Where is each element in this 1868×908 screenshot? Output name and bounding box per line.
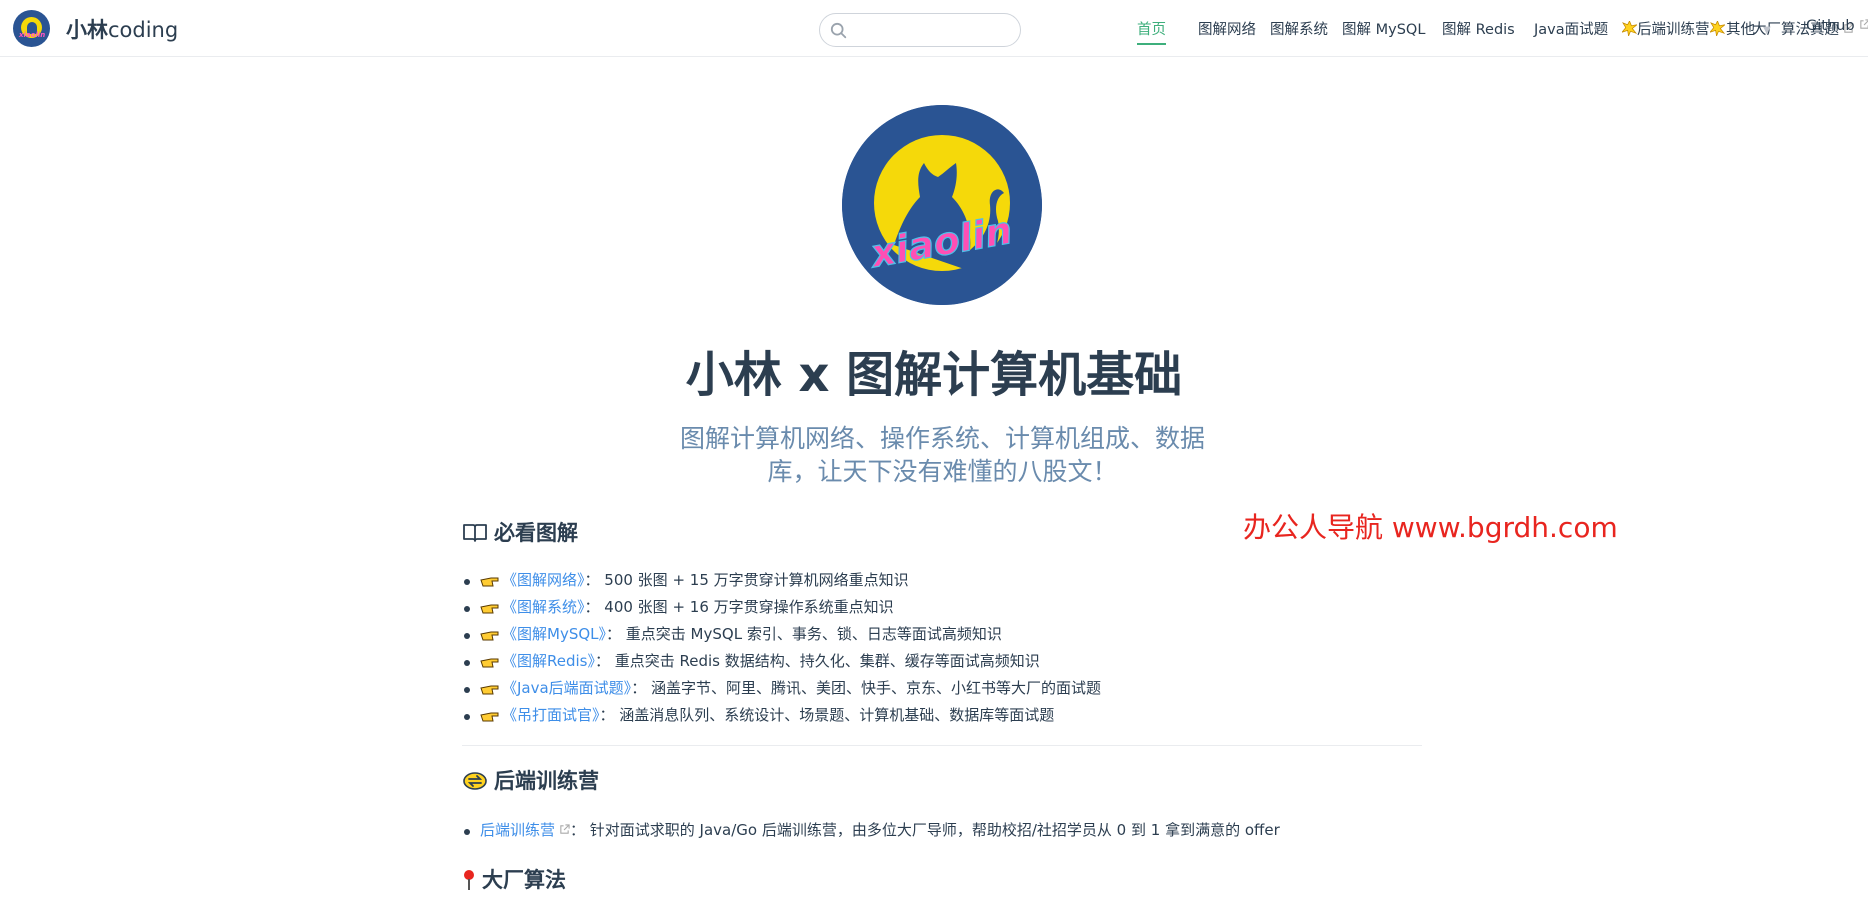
nav-more[interactable]: 其他 ▼ [1726, 18, 1771, 39]
section-title-algo: 大厂算法 [462, 864, 566, 894]
site-name-bold: 小林 [66, 18, 108, 42]
hero-logo-art: xiaolin [842, 105, 1042, 305]
burst-icon [1622, 21, 1637, 36]
nav-redis[interactable]: 图解 Redis [1442, 18, 1515, 39]
item-desc: ： 500 张图 + 15 万字贯穿计算机网络重点知识 [584, 571, 909, 589]
search-box[interactable] [819, 13, 1021, 47]
item-desc: ： 重点突击 MySQL 索引、事务、锁、日志等面试高频知识 [606, 625, 1002, 643]
must-read-list: 《图解网络》： 500 张图 + 15 万字贯穿计算机网络重点知识 《图解系统》… [462, 567, 1101, 729]
list-item: 后端训练营 ： 针对面试求职的 Java/Go 后端训练营，由多位大厂导师，帮助校… [462, 817, 1280, 844]
nav-java[interactable]: Java面试题 [1534, 18, 1608, 39]
chevron-down-icon: ▼ [1763, 25, 1771, 36]
pointing-hand-icon [480, 631, 499, 641]
book-icon [463, 524, 487, 542]
hero-logo: xiaolin [842, 105, 1042, 305]
site-name-rest: coding [108, 18, 179, 42]
page-title: 小林 x 图解计算机基础 [685, 347, 1183, 403]
link-network[interactable]: 《图解网络》 [502, 571, 585, 589]
link-java[interactable]: 《Java后端面试题》 [502, 679, 631, 697]
hero-description: 图解计算机网络、操作系统、计算机组成、数据库，让天下没有难懂的八股文！ [679, 424, 1205, 486]
list-item: 《图解网络》： 500 张图 + 15 万字贯穿计算机网络重点知识 [462, 567, 1101, 594]
nav-bootcamp[interactable]: 后端训练营 [1622, 18, 1725, 39]
site-logo[interactable]: xiaolin [13, 10, 50, 47]
section-title-must-read: 必看图解 [462, 517, 578, 547]
section-title-label: 大厂算法 [482, 868, 566, 892]
item-desc: ： 400 张图 + 16 万字贯穿操作系统重点知识 [584, 598, 894, 616]
nav-github-label: Github [1806, 18, 1855, 34]
nav-system[interactable]: 图解系统 [1270, 18, 1328, 39]
pointing-hand-icon [480, 604, 499, 614]
item-desc: ： 涵盖消息队列、系统设计、场景题、计算机基础、数据库等面试题 [599, 706, 1055, 724]
watermark: 办公人导航 www.bgrdh.com [1243, 511, 1618, 544]
link-bootcamp[interactable]: 后端训练营 [480, 821, 555, 839]
link-mysql[interactable]: 《图解MySQL》 [502, 625, 606, 643]
item-desc: ： 涵盖字节、阿里、腾讯、美团、快手、京东、小红书等大厂的面试题 [631, 679, 1101, 697]
pointing-hand-icon [480, 658, 499, 668]
list-item: 《图解系统》： 400 张图 + 16 万字贯穿操作系统重点知识 [462, 594, 1101, 621]
search-icon [830, 22, 847, 39]
section-title-label: 必看图解 [494, 521, 578, 545]
burst-icon [1709, 21, 1725, 36]
nav-github[interactable]: Github [1806, 18, 1868, 34]
nav-bootcamp-label: 后端训练营 [1637, 22, 1710, 38]
nav-network[interactable]: 图解网络 [1198, 18, 1256, 39]
section-title-label: 后端训练营 [494, 769, 599, 793]
link-interviewer[interactable]: 《吊打面试官》 [502, 706, 600, 724]
item-desc: ： 重点突击 Redis 数据结构、持久化、集群、缓存等面试高频知识 [594, 652, 1040, 670]
list-item: 《吊打面试官》： 涵盖消息队列、系统设计、场景题、计算机基础、数据库等面试题 [462, 702, 1101, 729]
nav-more-label: 其他 [1726, 22, 1755, 38]
bootcamp-list: 后端训练营 ： 针对面试求职的 Java/Go 后端训练营，由多位大厂导师，帮助校… [462, 817, 1280, 844]
section-title-bootcamp: 后端训练营 [462, 765, 599, 795]
site-name[interactable]: 小林coding [66, 14, 178, 44]
list-item: 《图解MySQL》： 重点突击 MySQL 索引、事务、锁、日志等面试高频知识 [462, 621, 1101, 648]
pointing-hand-icon [480, 685, 499, 695]
nav-home[interactable]: 首页 [1137, 18, 1166, 45]
swap-icon [463, 772, 487, 790]
link-system[interactable]: 《图解系统》 [502, 598, 585, 616]
item-desc: ： 针对面试求职的 Java/Go 后端训练营，由多位大厂导师，帮助校招/社招学… [570, 821, 1280, 839]
external-link-icon [1859, 19, 1868, 29]
logo-text: xiaolin [19, 31, 46, 39]
link-redis[interactable]: 《图解Redis》 [502, 652, 595, 670]
pointing-hand-icon [480, 712, 499, 722]
external-link-icon [560, 824, 570, 834]
list-item: 《图解Redis》： 重点突击 Redis 数据结构、持久化、集群、缓存等面试高… [462, 648, 1101, 675]
divider [462, 745, 1422, 746]
pin-icon [464, 870, 474, 890]
list-item: 《Java后端面试题》： 涵盖字节、阿里、腾讯、美团、快手、京东、小红书等大厂的… [462, 675, 1101, 702]
nav-mysql[interactable]: 图解 MySQL [1342, 18, 1425, 39]
navbar: xiaolin 小林coding 首页 图解网络 图解系统 图解 MySQL 图… [0, 0, 1868, 57]
pointing-hand-icon [480, 577, 499, 587]
search-input[interactable] [852, 20, 1012, 40]
